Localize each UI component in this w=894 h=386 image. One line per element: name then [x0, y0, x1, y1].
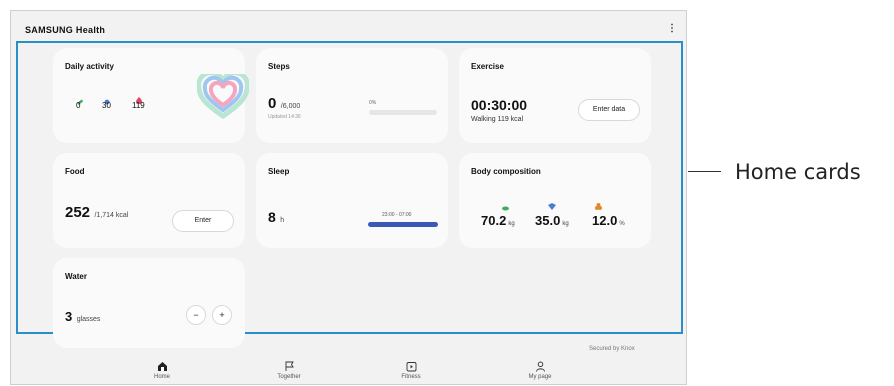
steps-card[interactable]: Steps 0 /6,000 Updated 14:36 0% — [256, 48, 448, 143]
flag-icon — [259, 361, 319, 372]
weight-value: 70.2 — [481, 213, 507, 228]
sleep-card[interactable]: Sleep 8 h 23:00 - 07:00 — [256, 153, 448, 248]
food-value: 252 — [65, 204, 91, 221]
app-title: SAMSUNG Health — [25, 25, 106, 35]
muscle-value: 35.0 — [535, 213, 561, 228]
callout-leader-line — [688, 171, 721, 172]
callout-label: Home cards — [735, 160, 861, 184]
steps-count-value: 0 — [268, 95, 277, 112]
enter-food-button[interactable]: Enter — [172, 210, 234, 232]
exercise-card[interactable]: Exercise 00:30:00 Walking 119 kcal Enter… — [459, 48, 651, 143]
card-title: Sleep — [268, 167, 290, 176]
active-time-value: 30 — [102, 101, 111, 110]
water-card[interactable]: Water 3 glasses − + — [53, 258, 245, 348]
nav-my-page-label: My page — [528, 374, 552, 380]
card-title: Food — [65, 167, 85, 176]
steps-progress-bar — [369, 110, 437, 115]
sleep-value: 8 — [268, 209, 276, 225]
exercise-time: 00:30:00 — [471, 97, 528, 113]
muscle-unit: kg — [562, 221, 569, 227]
sleep-duration: 8 h — [268, 209, 284, 227]
card-title: Body composition — [471, 167, 541, 176]
water-increase-button[interactable]: + — [212, 305, 232, 325]
body-fat-value: 12.0 — [592, 213, 618, 228]
water-decrease-button[interactable]: − — [186, 305, 206, 325]
person-icon — [510, 361, 570, 372]
enter-data-button[interactable]: Enter data — [578, 99, 640, 121]
bottom-navigation: Home Together Fitness My page — [11, 361, 686, 386]
more-vertical-icon[interactable]: ⋮ — [667, 23, 677, 34]
nav-together[interactable]: Together — [259, 361, 319, 380]
play-icon — [381, 361, 441, 372]
exercise-detail: Walking 119 kcal — [471, 116, 524, 123]
water-amount: 3 glasses — [65, 308, 100, 326]
card-title: Steps — [268, 62, 290, 71]
muscle-reading: 35.0 kg — [535, 212, 569, 230]
steps-percent: 0% — [369, 100, 377, 106]
steps-value: 0 — [76, 101, 81, 110]
sleep-unit: h — [280, 217, 285, 224]
card-title: Daily activity — [65, 62, 114, 71]
nav-my-page[interactable]: My page — [510, 361, 570, 380]
daily-activity-card[interactable]: Daily activity 0 30 119 — [53, 48, 250, 143]
steps-goal: /6,000 — [280, 103, 301, 110]
weight-reading: 70.2 kg — [481, 212, 515, 230]
food-goal: /1,714 kcal — [94, 212, 129, 219]
secured-by-knox: Secured by Knox — [589, 346, 635, 352]
nav-home[interactable]: Home — [132, 361, 192, 380]
body-composition-card[interactable]: Body composition 70.2 kg 35.0 kg 12.0% — [459, 153, 651, 248]
water-value: 3 — [65, 309, 73, 324]
water-unit: glasses — [76, 316, 101, 323]
steps-count: 0 /6,000 — [268, 95, 300, 113]
activity-heart-rings — [196, 70, 250, 125]
sleep-range: 23:00 - 07:00 — [382, 212, 412, 218]
body-fat-reading: 12.0% — [592, 212, 625, 230]
device-screen: SAMSUNG Health ⋮ Daily activity 0 30 119… — [10, 10, 687, 385]
nav-home-label: Home — [153, 374, 170, 380]
nav-together-label: Together — [277, 374, 301, 380]
steps-updated: Updated 14:36 — [268, 114, 301, 120]
nav-fitness-label: Fitness — [401, 374, 421, 380]
food-intake: 252 /1,714 kcal — [65, 204, 128, 222]
body-fat-unit: % — [619, 221, 625, 227]
card-title: Exercise — [471, 62, 504, 71]
calories-value: 119 — [132, 101, 145, 110]
food-card[interactable]: Food 252 /1,714 kcal Enter — [53, 153, 245, 248]
card-title: Water — [65, 272, 87, 281]
weight-unit: kg — [508, 221, 515, 227]
home-icon — [132, 361, 192, 372]
nav-fitness[interactable]: Fitness — [381, 361, 441, 380]
sleep-bar — [368, 222, 438, 227]
